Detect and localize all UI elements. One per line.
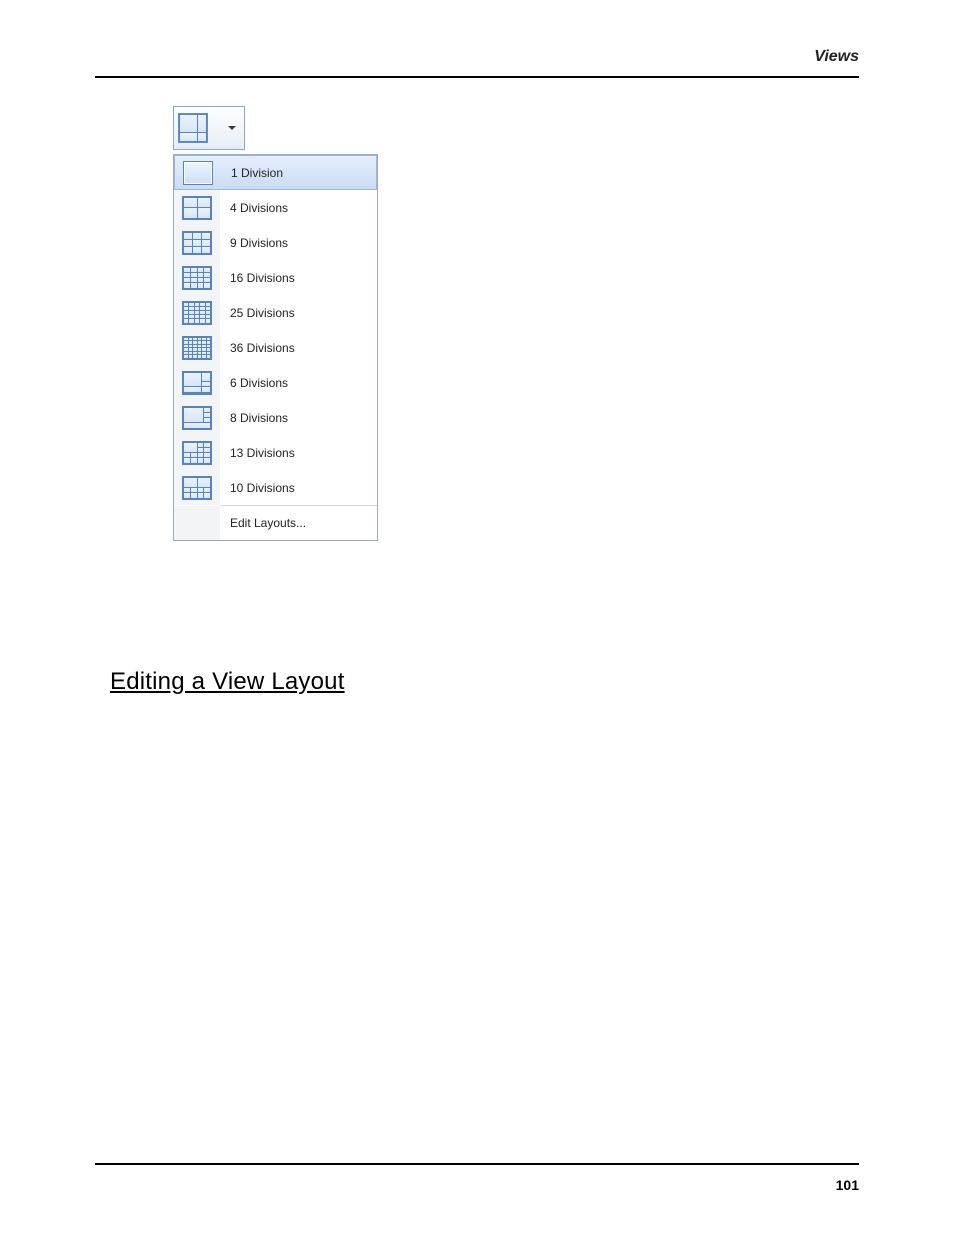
layout-icon xyxy=(178,113,208,143)
grid-10-icon xyxy=(182,476,212,500)
layout-option-label: 9 Divisions xyxy=(220,236,288,250)
grid-4x4-icon xyxy=(182,266,212,290)
layout-option-label: 4 Divisions xyxy=(220,201,288,215)
edit-layouts-label: Edit Layouts... xyxy=(220,516,306,530)
grid-3x3-icon xyxy=(182,231,212,255)
grid-5x5-icon xyxy=(182,301,212,325)
layout-option-13-divisions[interactable]: 13 Divisions xyxy=(174,435,377,470)
layout-option-16-divisions[interactable]: 16 Divisions xyxy=(174,260,377,295)
layout-option-25-divisions[interactable]: 25 Divisions xyxy=(174,295,377,330)
layout-option-label: 1 Division xyxy=(221,166,283,180)
layout-option-label: 13 Divisions xyxy=(220,446,295,460)
grid-2x2-icon xyxy=(182,196,212,220)
layout-option-8-divisions[interactable]: 8 Divisions xyxy=(174,400,377,435)
layout-dropdown-button[interactable] xyxy=(173,106,245,150)
layout-option-6-divisions[interactable]: 6 Divisions xyxy=(174,365,377,400)
edit-layouts-menu-item[interactable]: Edit Layouts... xyxy=(174,506,377,540)
layout-option-9-divisions[interactable]: 9 Divisions xyxy=(174,225,377,260)
grid-6x6-icon xyxy=(182,336,212,360)
layout-option-36-divisions[interactable]: 36 Divisions xyxy=(174,330,377,365)
footer-rule xyxy=(95,1163,859,1165)
grid-1-icon xyxy=(183,161,213,185)
layout-option-label: 16 Divisions xyxy=(220,271,295,285)
layout-option-4-divisions[interactable]: 4 Divisions xyxy=(174,190,377,225)
layout-option-label: 8 Divisions xyxy=(220,411,288,425)
layout-option-label: 10 Divisions xyxy=(220,481,295,495)
layout-dropdown-list: 1 Division 4 Divisions xyxy=(173,154,378,541)
grid-13-icon xyxy=(182,441,212,465)
grid-6-icon xyxy=(182,371,212,395)
layout-option-label: 36 Divisions xyxy=(220,341,295,355)
grid-8-icon xyxy=(182,406,212,430)
layout-option-10-divisions[interactable]: 10 Divisions xyxy=(174,470,377,505)
chevron-down-icon xyxy=(228,126,236,130)
layout-dropdown-figure: 1 Division 4 Divisions xyxy=(173,106,378,541)
header-rule xyxy=(95,76,859,78)
layout-option-label: 6 Divisions xyxy=(220,376,288,390)
layout-option-1-division[interactable]: 1 Division xyxy=(174,155,377,190)
page-number: 101 xyxy=(836,1177,859,1193)
layout-option-label: 25 Divisions xyxy=(220,306,295,320)
document-page: Views 1 Division xyxy=(0,0,954,1235)
section-heading: Editing a View Layout xyxy=(110,668,345,696)
page-header-title: Views xyxy=(814,48,859,66)
